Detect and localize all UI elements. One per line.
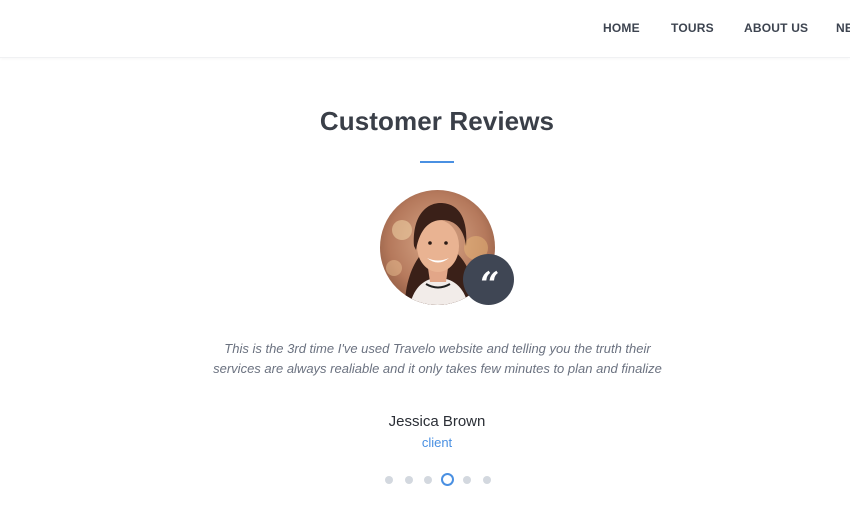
title-divider: [420, 161, 454, 163]
nav-home-link[interactable]: HOME: [603, 21, 640, 35]
nav-about-us-link[interactable]: ABOUT US: [744, 21, 808, 35]
nav-news-link[interactable]: NEWS: [836, 21, 850, 35]
carousel-dot-3[interactable]: [424, 476, 432, 484]
nav-tours-link[interactable]: TOURS: [671, 21, 714, 35]
top-navigation-bar: HOME TOURS ABOUT US NEWS: [0, 0, 850, 58]
carousel-dot-1[interactable]: [385, 476, 393, 484]
carousel-pagination: [0, 473, 850, 487]
carousel-dot-5[interactable]: [463, 476, 471, 484]
section-title: Customer Reviews: [319, 106, 555, 136]
review-text: This is the 3rd time I've used Travelo w…: [213, 341, 662, 376]
carousel-dot-4[interactable]: [441, 473, 454, 486]
reviewer-role: client: [421, 435, 453, 450]
carousel-dot-2[interactable]: [404, 476, 413, 484]
carousel-dot-6[interactable]: [482, 476, 491, 484]
quote-icon: “: [463, 254, 514, 305]
reviewer-name: Jessica Brown: [388, 413, 486, 430]
